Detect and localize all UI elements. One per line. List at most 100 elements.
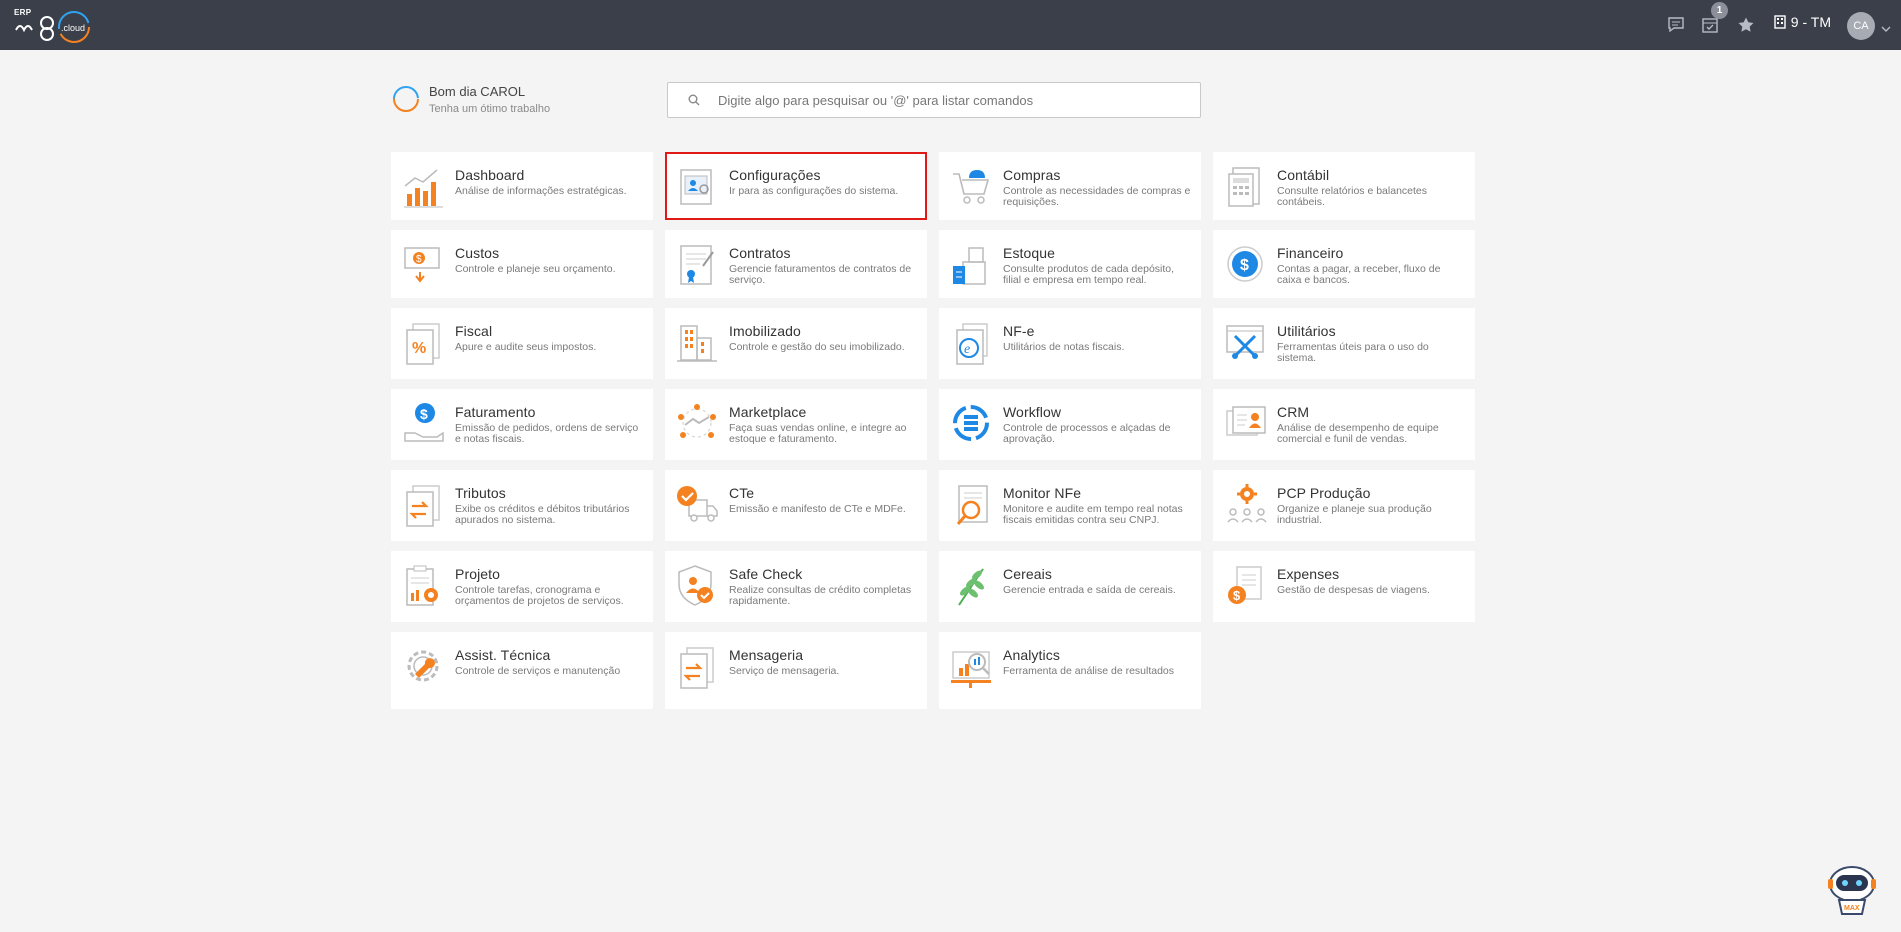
module-card-safe-check[interactable]: Safe Check Realize consultas de crédito c…: [665, 551, 927, 622]
module-card-tributos[interactable]: Tributos Exibe os créditos e débitos trib…: [391, 470, 653, 541]
module-name: Expenses: [1277, 566, 1340, 582]
module-name: Cereais: [1003, 566, 1052, 582]
module-card-nfe[interactable]: e NF-e Utilitários de notas fiscais.: [939, 308, 1201, 379]
module-card-analytics[interactable]: Analytics Ferramenta de análise de result…: [939, 632, 1201, 709]
module-card-marketplace[interactable]: Marketplace Faça suas vendas online, e in…: [665, 389, 927, 460]
monitor-magnifier-icon: [956, 485, 988, 525]
module-description: Monitore e audite em tempo real notas fi…: [1003, 503, 1183, 526]
shopping-cart-icon: [953, 170, 990, 204]
module-description: Análise de desempenho de equipe comercia…: [1277, 422, 1439, 445]
messages-icon[interactable]: [1664, 13, 1688, 37]
module-name: Utilitários: [1277, 323, 1336, 339]
svg-text:MAX: MAX: [1844, 905, 1860, 912]
module-card-expenses[interactable]: $ Expenses Gestão de despesas de viagens.: [1213, 551, 1475, 622]
cost-money-icon: $: [404, 247, 440, 283]
tax-exchange-icon: [406, 485, 440, 527]
greeting-title: Bom dia CAROL: [429, 84, 526, 99]
module-card-financeiro[interactable]: $ Financeiro Contas a pagar, a receber, f…: [1213, 230, 1475, 298]
module-description: Ferramenta de análise de resultados: [1003, 665, 1175, 677]
svg-text:$: $: [420, 406, 428, 422]
module-card-estoque[interactable]: Estoque Consulte produtos de cada depósit…: [939, 230, 1201, 298]
module-name: PCP Produção: [1277, 485, 1371, 501]
truck-check-icon: [677, 486, 718, 522]
analytics-magnifier-icon: [951, 651, 991, 688]
module-name: NF-e: [1003, 323, 1035, 339]
module-description: Consulte relatórios e balancetes contábe…: [1277, 185, 1428, 208]
warehouse-boxes-icon: [953, 247, 986, 285]
svg-text:%: %: [412, 340, 426, 357]
module-card-cereais[interactable]: Cereais Gerencie entrada e saída de cerea…: [939, 551, 1201, 622]
building-assets-icon: [677, 325, 717, 362]
module-card-assist-tecnica[interactable]: Assist. Técnica Controle de serviços e ma…: [391, 632, 653, 709]
module-description: Ferramentas úteis para o uso do sistema.: [1277, 341, 1429, 364]
contract-document-icon: [680, 245, 714, 285]
module-name: Estoque: [1003, 245, 1056, 261]
module-name: Marketplace: [729, 404, 807, 420]
nfe-document-icon: e: [956, 323, 988, 365]
module-description: Emissão e manifesto de CTe e MDFe.: [729, 503, 906, 515]
module-card-workflow[interactable]: Workflow Controle de processos e alçadas …: [939, 389, 1201, 460]
tasks-calendar-icon[interactable]: 1: [1698, 2, 1728, 37]
module-name: CRM: [1277, 404, 1310, 420]
module-description: Exibe os créditos e débitos tributários …: [455, 503, 630, 526]
module-name: Contratos: [729, 245, 791, 261]
module-card-fiscal[interactable]: % Fiscal Apure e audite seus impostos.: [391, 308, 653, 379]
module-name: Configurações: [729, 167, 821, 183]
favorites-star-icon[interactable]: [1734, 13, 1758, 37]
module-card-crm[interactable]: CRM Análise de desempenho de equipe comer…: [1213, 389, 1475, 460]
module-card-custos[interactable]: $ Custos Controle e planeje seu orçamento…: [391, 230, 653, 298]
company-label: 9 - TM: [1790, 14, 1831, 30]
module-card-mensageria[interactable]: Mensageria Serviço de mensageria.: [665, 632, 927, 709]
module-card-projeto[interactable]: Projeto Controle tarefas, cronograma e or…: [391, 551, 653, 622]
command-search: [667, 82, 1201, 118]
expenses-coin-icon: $: [1228, 566, 1262, 604]
module-name: Monitor NFe: [1003, 485, 1082, 501]
module-card-monitor-nfe[interactable]: Monitor NFe Monitore e audite em tempo re…: [939, 470, 1201, 541]
chevron-down-icon[interactable]: [1881, 20, 1891, 38]
module-name: Mensageria: [729, 647, 804, 663]
greeting-subtitle: Tenha um ótimo trabalho: [429, 103, 551, 115]
tasks-badge: 1: [1711, 2, 1728, 19]
module-name: Projeto: [455, 566, 501, 582]
module-description: Análise de informações estratégicas.: [455, 185, 627, 197]
module-description: Realize consultas de crédito completas r…: [729, 584, 912, 607]
module-card-imobilizado[interactable]: Imobilizado Controle e gestão do seu imob…: [665, 308, 927, 379]
grain-leaf-icon: [958, 568, 984, 606]
billing-hand-coin-icon: $: [404, 403, 444, 442]
module-card-configuracoes[interactable]: Configurações Ir para as configurações do…: [665, 152, 927, 220]
marketplace-handshake-icon: [678, 404, 716, 438]
module-name: Compras: [1003, 167, 1061, 183]
module-description: Faça suas vendas online, e integre ao es…: [729, 422, 907, 445]
company-selector[interactable]: 9 - TM: [1774, 14, 1831, 30]
workflow-cycle-icon: [953, 405, 989, 441]
module-card-dashboard[interactable]: Dashboard Análise de informações estratég…: [391, 152, 653, 220]
module-description: Controle de serviços e manutenção: [455, 665, 621, 677]
module-name: Dashboard: [455, 167, 525, 183]
module-name: Custos: [455, 245, 500, 261]
svg-text:e: e: [964, 342, 970, 357]
module-name: CTe: [729, 485, 755, 501]
m8-cloud-logo[interactable]: ERP .cloud: [14, 6, 94, 44]
shield-check-icon: [678, 565, 713, 606]
module-card-utilitarios[interactable]: Utilitários Ferramentas úteis para o uso …: [1213, 308, 1475, 379]
production-gear-icon: [1227, 484, 1267, 523]
user-avatar[interactable]: CA: [1847, 12, 1875, 40]
module-description: Gerencie faturamentos de contratos de se…: [729, 263, 912, 286]
module-card-pcp-producao[interactable]: PCP Produção Organize e planeje sua produ…: [1213, 470, 1475, 541]
module-description: Controle e gestão do seu imobilizado.: [729, 341, 905, 353]
tools-wrench-icon: [1226, 325, 1264, 359]
module-name: Workflow: [1003, 404, 1062, 420]
module-description: Serviço de mensageria.: [729, 665, 840, 677]
messaging-exchange-icon: [680, 647, 714, 689]
assistant-robot-button[interactable]: MAX: [1825, 864, 1879, 916]
module-description: Controle e planeje seu orçamento.: [455, 263, 616, 275]
module-card-cte[interactable]: CTe Emissão e manifesto de CTe e MDFe.: [665, 470, 927, 541]
module-description: Gestão de despesas de viagens.: [1277, 584, 1430, 596]
search-input[interactable]: [718, 92, 1178, 108]
svg-text:$: $: [1233, 588, 1241, 603]
tax-percent-icon: %: [406, 323, 440, 365]
module-card-faturamento[interactable]: $ Faturamento Emissão de pedidos, ordens …: [391, 389, 653, 460]
module-card-compras[interactable]: Compras Controle as necessidades de compr…: [939, 152, 1201, 220]
module-card-contratos[interactable]: Contratos Gerencie faturamentos de contra…: [665, 230, 927, 298]
module-card-contabil[interactable]: Contábil Consulte relatórios e balancetes…: [1213, 152, 1475, 220]
